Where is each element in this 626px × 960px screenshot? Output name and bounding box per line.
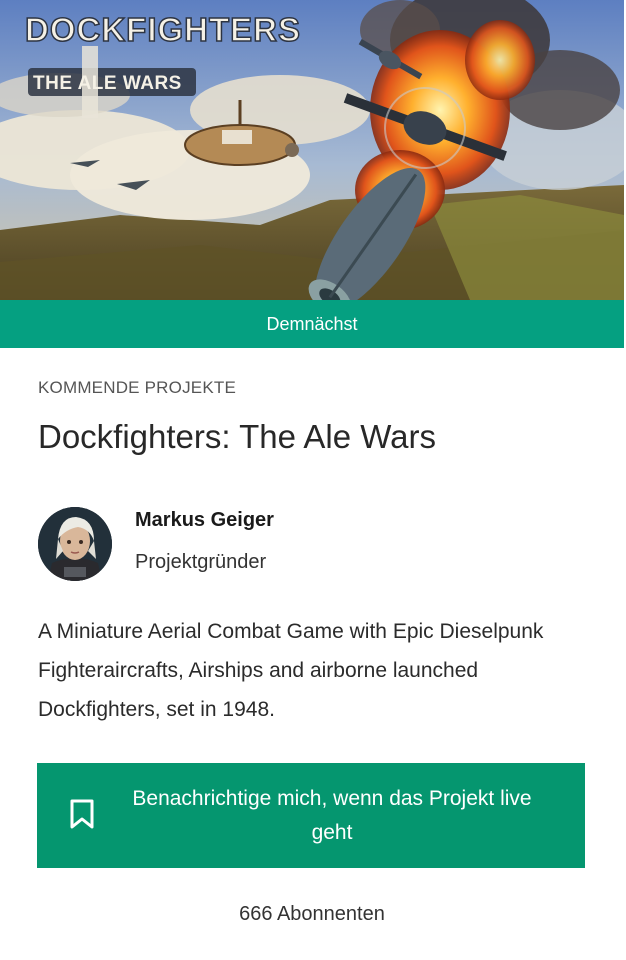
status-banner-label: Demnächst [266, 313, 358, 334]
logo-subtitle: THE ALE WARS [33, 73, 182, 94]
project-description: A Miniature Aerial Combat Game with Epic… [38, 620, 544, 721]
category-label: KOMMENDE PROJEKTE [38, 378, 236, 397]
notify-me-button[interactable]: Benachrichtige mich, wenn das Projekt li… [37, 763, 585, 868]
avatar[interactable] [38, 507, 112, 581]
creator-name[interactable]: Markus Geiger [135, 509, 274, 532]
subscriber-count: 666 Abonnenten [239, 903, 385, 925]
project-page: DOCKFIGHTERS THE ALE WARS Demnächst KOMM… [0, 0, 626, 960]
status-banner: Demnächst [0, 300, 624, 348]
project-title[interactable]: Dockfighters: The Ale Wars [38, 418, 436, 456]
logo-title: DOCKFIGHTERS [25, 11, 301, 48]
bookmark-icon [69, 798, 95, 833]
hero-image[interactable]: DOCKFIGHTERS THE ALE WARS [0, 0, 624, 300]
creator-role: Projektgründer [135, 551, 267, 573]
creator-info[interactable]: Markus Geiger Projektgründer [38, 505, 598, 585]
notify-button-label: Benachrichtige mich, wenn das Projekt li… [132, 787, 532, 844]
